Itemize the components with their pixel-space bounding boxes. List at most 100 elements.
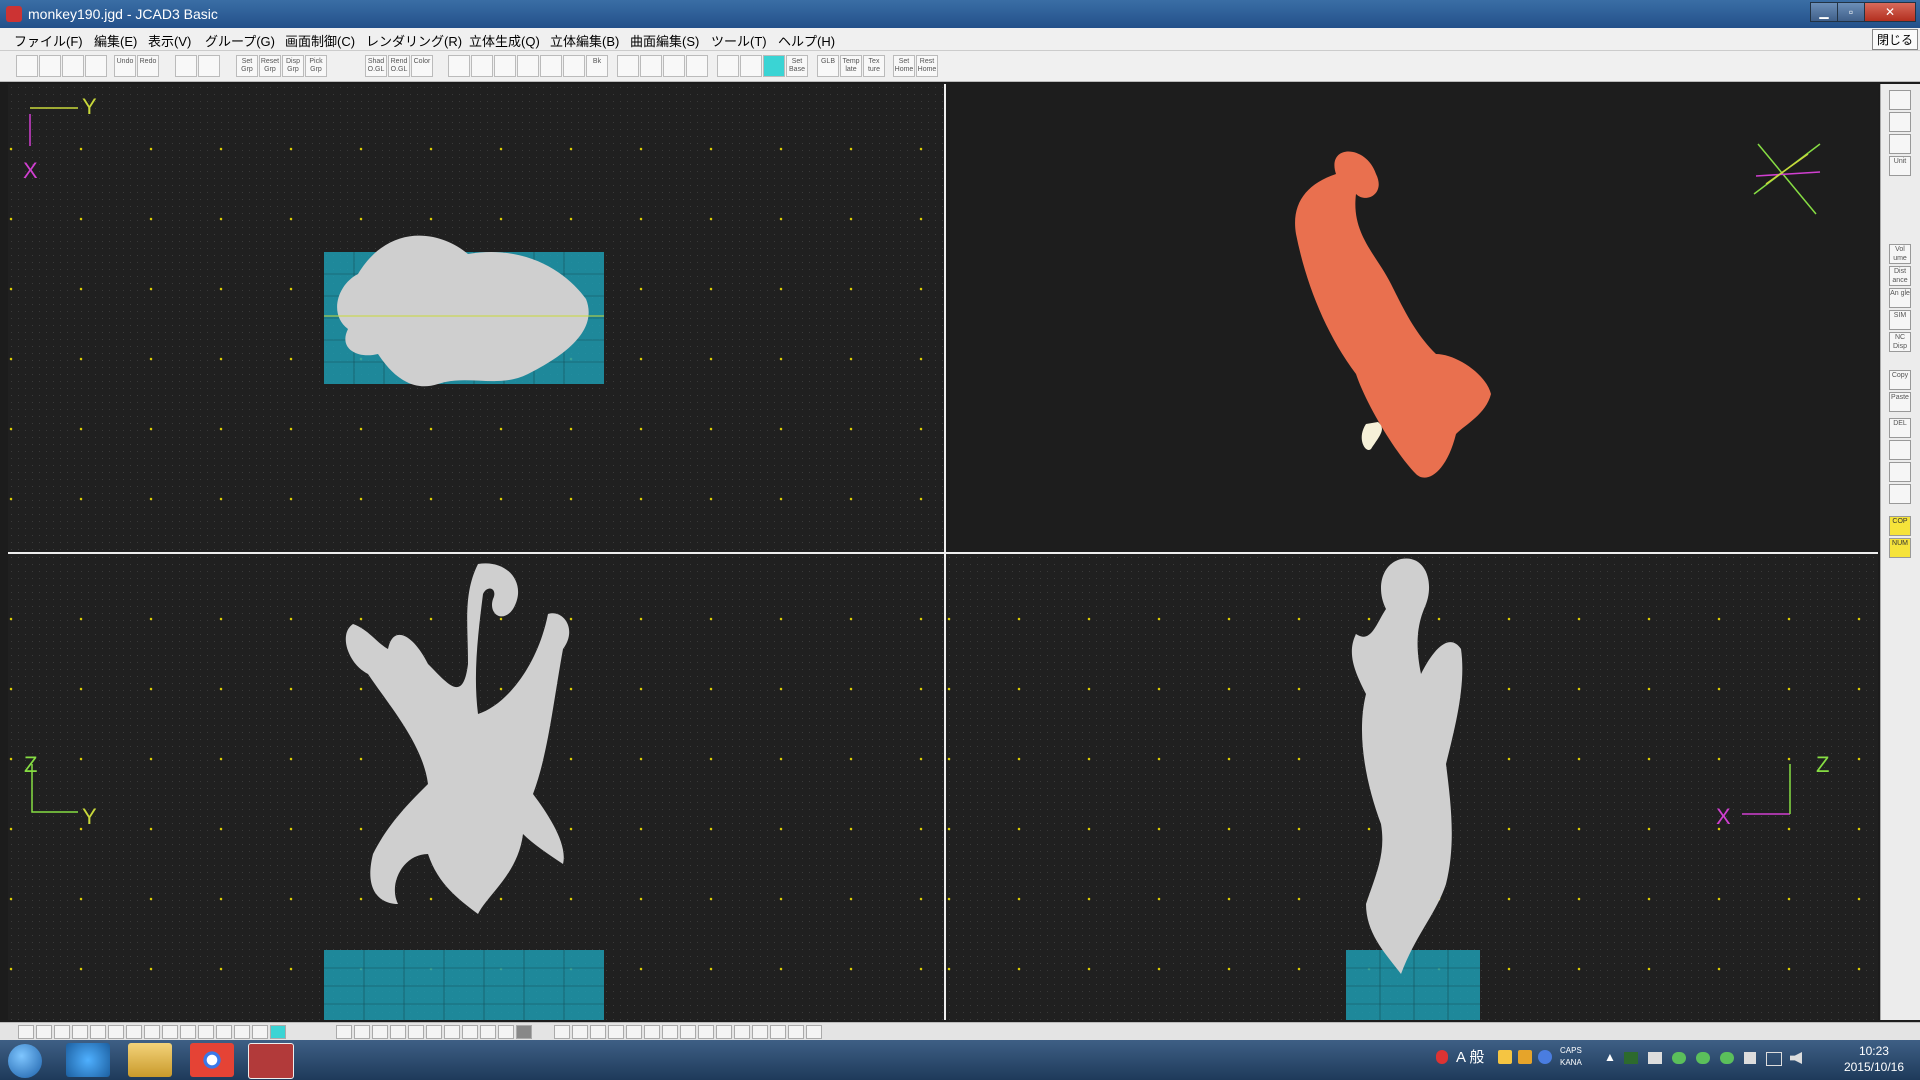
zoom-prev-icon[interactable] — [640, 55, 662, 77]
right-tool-13[interactable] — [1889, 440, 1911, 460]
viewport-front[interactable]: Z Y — [8, 554, 944, 1020]
bottom-tool-4[interactable] — [72, 1025, 88, 1039]
right-tool-2[interactable] — [1889, 112, 1911, 132]
bottom-tool-22[interactable] — [444, 1025, 460, 1039]
zoom-all-icon[interactable] — [663, 55, 685, 77]
help-icon[interactable] — [1538, 1050, 1552, 1064]
maximize-button[interactable]: ▫ — [1837, 2, 1865, 22]
bottom-tool-25[interactable] — [498, 1025, 514, 1039]
zoom-window-icon[interactable] — [517, 55, 539, 77]
zoom-in-icon[interactable] — [448, 55, 470, 77]
bottom-tool-17[interactable] — [354, 1025, 370, 1039]
tree-icon[interactable] — [1889, 484, 1911, 504]
open-folder-icon[interactable] — [39, 55, 61, 77]
bottom-tool-39[interactable] — [770, 1025, 786, 1039]
action-center-flag-icon[interactable] — [1744, 1052, 1756, 1064]
unit-button[interactable]: Unit — [1889, 156, 1911, 176]
internet-explorer-icon[interactable] — [66, 1043, 110, 1077]
viewport-side[interactable]: Z X — [946, 554, 1878, 1020]
zoom-area-icon[interactable] — [540, 55, 562, 77]
restore-home-icon[interactable]: Rest Home — [916, 55, 938, 77]
grid-snap-icon[interactable] — [740, 55, 762, 77]
bottom-tool-8[interactable] — [144, 1025, 160, 1039]
grid-dots-icon[interactable] — [717, 55, 739, 77]
jcad-taskbar-icon[interactable] — [248, 1043, 294, 1079]
set-base-icon[interactable]: Set Base — [786, 55, 808, 77]
bottom-tool-10[interactable] — [180, 1025, 196, 1039]
chrome-icon[interactable] — [190, 1043, 234, 1077]
layout-icon[interactable] — [198, 55, 220, 77]
bottom-tool-32[interactable] — [644, 1025, 660, 1039]
copy-button[interactable]: Copy — [1889, 370, 1911, 390]
redraw-icon[interactable] — [686, 55, 708, 77]
distance-button[interactable]: Dist ance — [1889, 266, 1911, 286]
shade-opengl-icon[interactable]: Shad O.GL — [365, 55, 387, 77]
bottom-tool-41[interactable] — [806, 1025, 822, 1039]
minimize-button[interactable]: ▁ — [1810, 2, 1838, 22]
bottom-tool-20[interactable] — [408, 1025, 424, 1039]
bottom-tool-3[interactable] — [54, 1025, 70, 1039]
bottom-tool-28[interactable] — [572, 1025, 588, 1039]
angle-button[interactable]: An gle — [1889, 288, 1911, 308]
bottom-tool-24[interactable] — [480, 1025, 496, 1039]
right-tool-3[interactable] — [1889, 134, 1911, 154]
viewport-top[interactable]: Y X — [8, 84, 944, 552]
zoom-fit-icon[interactable] — [494, 55, 516, 77]
nc-disp-button[interactable]: NC Disp — [1889, 332, 1911, 352]
render-opengl-icon[interactable]: Rend O.GL — [388, 55, 410, 77]
taskbar-clock[interactable]: 10:23 2015/10/16 — [1844, 1043, 1904, 1075]
set-home-icon[interactable]: Set Home — [893, 55, 915, 77]
bottom-tool-26[interactable] — [516, 1025, 532, 1039]
bottom-tool-14[interactable] — [252, 1025, 268, 1039]
file-explorer-icon[interactable] — [128, 1043, 172, 1077]
start-button-icon[interactable] — [8, 1044, 42, 1078]
menu-surface-edit[interactable]: 曲面編集(S) — [630, 31, 699, 50]
menu-edit[interactable]: 編集(E) — [94, 31, 137, 50]
menu-solid-create[interactable]: 立体生成(Q) — [469, 31, 540, 50]
sim-button[interactable]: SIM — [1889, 310, 1911, 330]
display-group-icon[interactable]: Disp Grp — [282, 55, 304, 77]
set-group-icon[interactable]: Set Grp — [236, 55, 258, 77]
right-tool-1[interactable] — [1889, 90, 1911, 110]
monkey-model-front[interactable] — [345, 563, 570, 914]
right-tool-14[interactable] — [1889, 462, 1911, 482]
ime-dictionary-icon[interactable] — [1518, 1050, 1532, 1064]
paste-button[interactable]: Paste — [1889, 392, 1911, 412]
tray-network-icon-3[interactable] — [1720, 1052, 1734, 1064]
bottom-tool-29[interactable] — [590, 1025, 606, 1039]
bottom-tool-37[interactable] — [734, 1025, 750, 1039]
bottom-tool-9[interactable] — [162, 1025, 178, 1039]
print-icon[interactable] — [85, 55, 107, 77]
delete-button[interactable]: DEL — [1889, 418, 1911, 438]
bottom-tool-19[interactable] — [390, 1025, 406, 1039]
ime-tool-icon[interactable] — [1498, 1050, 1512, 1064]
menu-screen-control[interactable]: 画面制御(C) — [285, 31, 355, 50]
ime-indicator[interactable]: A 般 — [1456, 1046, 1484, 1067]
bottom-tool-35[interactable] — [698, 1025, 714, 1039]
bottom-tool-13[interactable] — [234, 1025, 250, 1039]
menu-file[interactable]: ファイル(F) — [14, 31, 83, 50]
bottom-tool-6[interactable] — [108, 1025, 124, 1039]
cop-button[interactable]: COP — [1889, 516, 1911, 536]
bottom-tool-38[interactable] — [752, 1025, 768, 1039]
viewport-perspective[interactable] — [946, 84, 1878, 552]
close-doc-button[interactable]: 閉じる — [1871, 29, 1918, 50]
save-icon[interactable] — [62, 55, 84, 77]
zoom-rect-icon[interactable] — [617, 55, 639, 77]
notification-icon[interactable] — [1436, 1050, 1448, 1064]
grid-view-icon[interactable] — [175, 55, 197, 77]
bottom-tool-12[interactable] — [216, 1025, 232, 1039]
display-icon[interactable] — [1766, 1052, 1782, 1066]
color-icon[interactable]: Color — [411, 55, 433, 77]
bottom-tool-11[interactable] — [198, 1025, 214, 1039]
volume-icon[interactable] — [1790, 1052, 1802, 1064]
viewport-divider-horizontal[interactable] — [8, 552, 1878, 554]
bottom-tool-36[interactable] — [716, 1025, 732, 1039]
menu-tools[interactable]: ツール(T) — [711, 31, 767, 50]
close-window-button[interactable]: ✕ — [1864, 2, 1916, 22]
menu-solid-edit[interactable]: 立体編集(B) — [550, 31, 619, 50]
texture-icon[interactable]: Tex ture — [863, 55, 885, 77]
grid-active-icon[interactable] — [763, 55, 785, 77]
bottom-tool-40[interactable] — [788, 1025, 804, 1039]
volume-button[interactable]: Vol ume — [1889, 244, 1911, 264]
